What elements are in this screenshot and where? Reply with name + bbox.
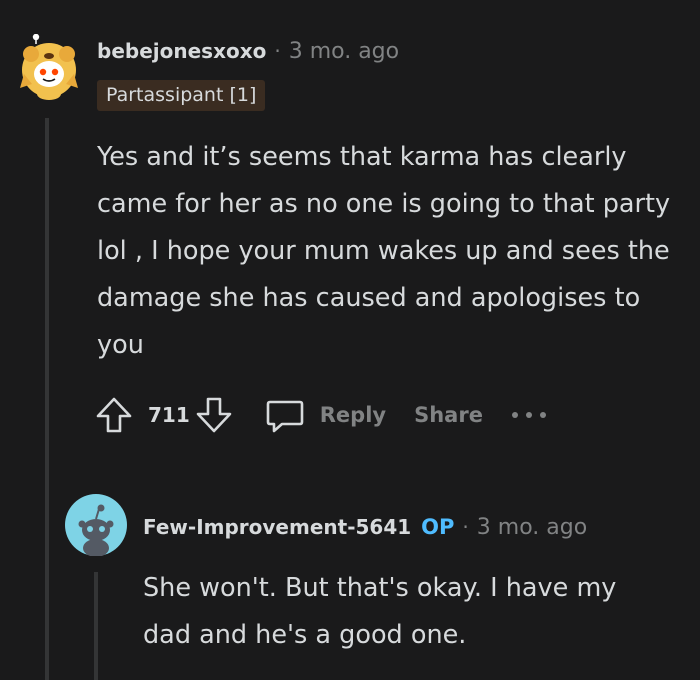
more-options-button[interactable] <box>511 393 547 437</box>
thread-collapse-line[interactable] <box>45 118 49 680</box>
default-snoo-icon <box>65 494 127 557</box>
arrow-down-icon <box>196 397 232 433</box>
snoo-lion-costume-icon <box>20 33 78 100</box>
separator-dot: · <box>462 515 469 539</box>
user-avatar[interactable] <box>65 494 127 557</box>
reply-button[interactable]: Reply <box>264 394 386 436</box>
timestamp[interactable]: 3 mo. ago <box>289 39 399 64</box>
upvote-button[interactable] <box>92 393 136 437</box>
comment-header: bebejonesxoxo · 3 mo. ago <box>97 34 399 68</box>
arrow-up-icon <box>96 397 132 433</box>
downvote-button[interactable] <box>192 393 236 437</box>
comment-body: Yes and it’s seems that karma has clearl… <box>97 142 671 360</box>
comment-body: She won't. But that's okay. I have my da… <box>143 573 617 650</box>
separator-dot: · <box>274 39 281 63</box>
comment-thread: bebejonesxoxo · 3 mo. ago Partassipant [… <box>0 0 700 680</box>
timestamp[interactable]: 3 mo. ago <box>477 515 587 540</box>
username-link[interactable]: Few-Improvement-5641 <box>143 515 411 539</box>
comment-header: Few-Improvement-5641 OP · 3 mo. ago <box>143 510 587 544</box>
speech-bubble-icon <box>266 400 304 433</box>
user-flair: Partassipant [1] <box>97 80 266 111</box>
vote-score: 711 <box>148 403 190 427</box>
share-button[interactable]: Share <box>414 403 483 427</box>
username-link[interactable]: bebejonesxoxo <box>97 39 266 63</box>
comment-actions: 711 Reply Share <box>92 392 547 438</box>
thread-collapse-line[interactable] <box>94 572 98 680</box>
reply-label: Reply <box>319 403 387 427</box>
ellipsis-icon <box>511 412 546 418</box>
op-badge: OP <box>421 515 455 539</box>
user-avatar[interactable] <box>16 33 82 100</box>
